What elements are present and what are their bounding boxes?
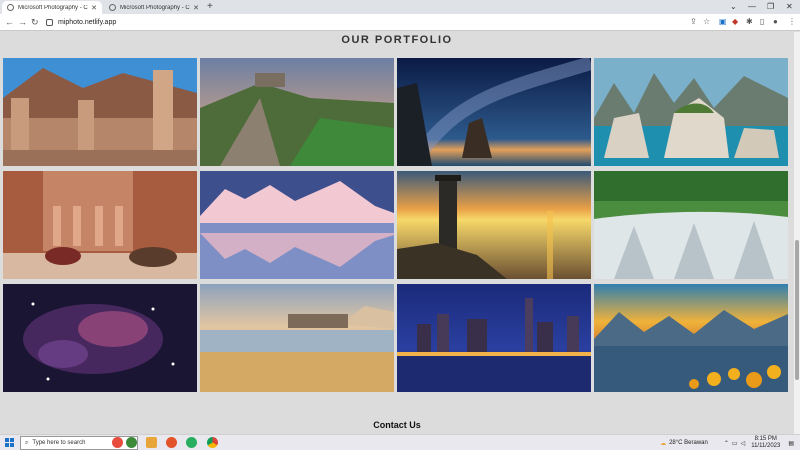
tab-search-icon[interactable]: ⌄ [730, 2, 737, 11]
globe-icon [7, 4, 14, 11]
portfolio-photo-milkyway[interactable] [397, 58, 591, 166]
profile-icon[interactable]: ● [773, 17, 778, 26]
browser-tab[interactable]: Microsoft Photography - Captu ✕ [104, 1, 204, 14]
browser-tab-active[interactable]: Microsoft Photography - Captu ✕ [2, 1, 102, 14]
tab-title: Microsoft Photography - Captu [120, 4, 190, 11]
browser-toolbar: ← → ↻ miphoto.netlify.app ⇪ ☆ ▣ ◆ ✱ ▯ ● … [0, 14, 800, 31]
portfolio-photo-islands[interactable] [594, 58, 788, 166]
extension-icon[interactable]: ◆ [732, 17, 738, 26]
portfolio-photo-nebula[interactable] [3, 284, 197, 392]
clock[interactable]: 8:15 PM 11/11/2023 [751, 436, 780, 450]
page-scrollbar[interactable] [794, 32, 800, 434]
close-window-icon[interactable]: ✕ [786, 2, 793, 11]
close-icon[interactable]: ✕ [91, 4, 97, 12]
contact-heading: Contact Us [373, 420, 421, 430]
page-content: OUR PORTFOLIO Contact Us [0, 32, 794, 434]
network-icon[interactable]: ▭ [732, 440, 738, 447]
portfolio-photo-snowy-lake[interactable] [200, 171, 394, 279]
browser-window: Microsoft Photography - Captu ✕ Microsof… [0, 0, 800, 450]
extension-icon[interactable]: ▣ [719, 17, 727, 26]
portfolio-photo-lighthouse[interactable] [397, 171, 591, 279]
search-placeholder: Type here to search [32, 440, 86, 446]
firefox-icon[interactable] [166, 437, 177, 448]
extensions-puzzle-icon[interactable]: ✱ [746, 17, 753, 26]
file-explorer-icon[interactable] [146, 437, 157, 448]
globe-icon [109, 4, 116, 11]
portfolio-photo-ruins[interactable] [3, 58, 197, 166]
close-icon[interactable]: ✕ [193, 4, 199, 12]
weather-text[interactable]: 28°C Berawan [669, 440, 708, 446]
portfolio-photo-beach[interactable] [200, 284, 394, 392]
whatsapp-icon[interactable] [186, 437, 197, 448]
weather-icon[interactable]: ☁ [660, 440, 666, 447]
clock-time: 8:15 PM [754, 436, 777, 442]
share-icon[interactable]: ⇪ [690, 17, 697, 26]
volume-icon[interactable]: ◁ [741, 440, 746, 447]
new-tab-button[interactable]: + [207, 1, 213, 12]
tab-title: Microsoft Photography - Captu [18, 4, 88, 11]
sidebar-icon[interactable]: ▯ [760, 17, 764, 26]
system-tray: ☁ 28°C Berawan ⌃ ▭ ◁ 8:15 PM 11/11/2023 … [660, 436, 800, 450]
flower-widget-icon[interactable] [112, 437, 123, 448]
reload-icon[interactable]: ↻ [31, 17, 39, 28]
clock-date: 11/11/2023 [751, 443, 781, 449]
portfolio-photo-petra[interactable] [3, 171, 197, 279]
chrome-icon[interactable] [207, 437, 218, 448]
menu-icon[interactable]: ⋮ [788, 17, 796, 26]
bookmark-star-icon[interactable]: ☆ [703, 17, 710, 26]
portfolio-photo-mountain-flowers[interactable] [594, 284, 788, 392]
portfolio-photo-waterfall[interactable] [594, 171, 788, 279]
maximize-icon[interactable]: ❐ [767, 2, 774, 11]
portfolio-photo-city-night[interactable] [397, 284, 591, 392]
leaf-widget-icon[interactable] [126, 437, 137, 448]
address-bar[interactable]: miphoto.netlify.app [46, 16, 742, 29]
search-icon: ⌕ [25, 439, 29, 446]
minimize-icon[interactable]: — [748, 2, 756, 11]
url-text: miphoto.netlify.app [58, 19, 117, 26]
chevron-up-icon[interactable]: ⌃ [724, 440, 729, 447]
back-icon[interactable]: ← [5, 17, 14, 27]
notification-icon[interactable]: ▤ [788, 440, 794, 447]
windows-start-icon[interactable] [5, 438, 15, 448]
forward-icon[interactable]: → [18, 17, 27, 27]
portfolio-heading: OUR PORTFOLIO [341, 34, 453, 46]
tab-strip: Microsoft Photography - Captu ✕ Microsof… [0, 0, 800, 14]
portfolio-photo-castle[interactable] [200, 58, 394, 166]
lock-icon[interactable] [46, 19, 53, 26]
windows-taskbar: ⌕ Type here to search ☁ 28°C Berawan ⌃ ▭… [0, 434, 800, 450]
scrollbar-thumb[interactable] [795, 240, 799, 380]
